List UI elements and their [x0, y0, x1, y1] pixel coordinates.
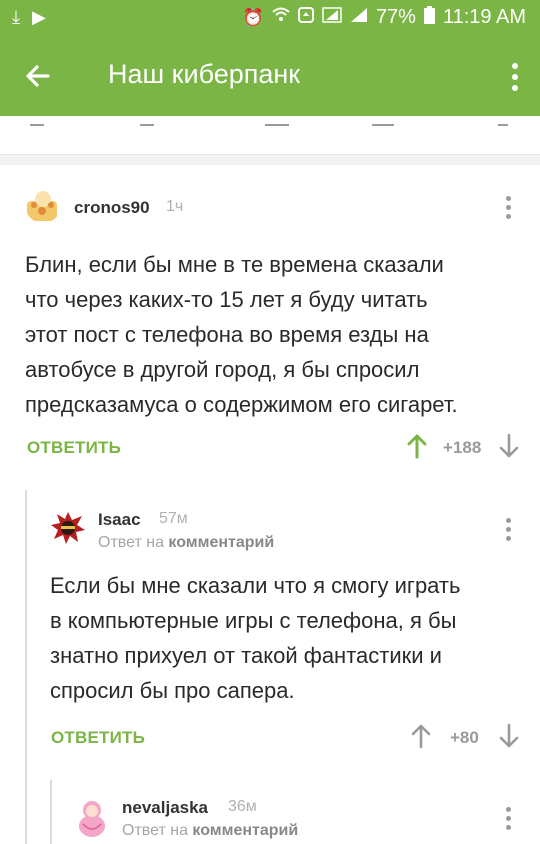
system-indicators: ⏰ 77% 11:19 AM — [243, 6, 526, 29]
comment-score: +188 — [443, 438, 482, 457]
cutoff-icon — [265, 116, 289, 126]
reply-to-prefix: Ответ на — [98, 534, 164, 551]
comment-text-line: Блин, если бы мне в те времена сказали — [25, 252, 444, 277]
comment-cronos90: cronos90 1ч Блин, если бы мне в те време… — [0, 165, 540, 465]
alarm-icon: ⏰ — [242, 7, 264, 27]
reply-button[interactable]: ОТВЕТИТЬ — [51, 728, 145, 748]
comment-text: Блин, если бы мне в те времена сказали ч… — [25, 247, 458, 422]
lte-signal-icon — [322, 7, 342, 28]
comment-isaac: Isaac 57м Ответ на комментарий Если бы м… — [0, 490, 540, 770]
status-bar: ⤓ ▶ ⏰ 77% 11:19 AM — [0, 0, 540, 36]
previous-item-toolbar — [0, 116, 540, 155]
comment-nevaljaska: nevaljaska 36м Ответ на комментарий — [0, 780, 540, 844]
section-divider — [0, 155, 540, 165]
cutoff-icon — [30, 116, 44, 126]
upvote-arrow-icon[interactable] — [407, 433, 427, 464]
play-icon: ▶ — [31, 7, 46, 27]
username[interactable]: Isaac — [98, 510, 141, 530]
wifi-icon — [272, 7, 290, 28]
comment-text: Если бы мне сказали что я смогу играть в… — [50, 568, 460, 708]
app-bar: Наш киберпанк — [0, 36, 540, 116]
notification-icons: ⤓ ▶ — [12, 7, 46, 28]
battery-icon — [423, 6, 435, 29]
reply-button[interactable]: ОТВЕТИТЬ — [27, 438, 121, 458]
comment-text-line: знатно прихуел от такой фантастики и — [50, 643, 442, 668]
comment-time: 1ч — [166, 198, 184, 215]
cutoff-icon — [140, 116, 154, 126]
comment-time: 36м — [228, 798, 257, 815]
comment-text-line: спросил бы про сапера. — [50, 678, 295, 703]
reply-to-prefix: Ответ на — [122, 822, 188, 839]
reply-to-link[interactable]: комментарий — [168, 534, 274, 551]
download-icon: ⤓ — [12, 7, 20, 27]
battery-percent: 77% — [375, 6, 416, 28]
comment-text-line: автобусе в другой город, я бы спросил — [25, 357, 420, 382]
data-saver-icon — [297, 7, 314, 28]
page-title: Наш киберпанк — [108, 59, 301, 89]
username[interactable]: nevaljaska — [122, 798, 208, 818]
upvote-arrow-icon[interactable] — [411, 723, 431, 754]
signal-icon — [350, 7, 368, 28]
comment-score: +80 — [450, 728, 479, 747]
reply-to-link[interactable]: комментарий — [192, 822, 298, 839]
comment-time: 57м — [159, 510, 188, 527]
comment-text-line: этот пост с телефона во время езды на — [25, 322, 429, 347]
cutoff-icon — [498, 116, 508, 126]
avatar[interactable] — [25, 187, 61, 223]
avatar[interactable] — [50, 510, 86, 546]
comment-text-line: в компьютерные игры с телефона, я бы — [50, 608, 457, 633]
comment-text-line: что через каких-то 15 лет я буду читать — [25, 287, 428, 312]
overflow-menu-icon[interactable] — [508, 62, 522, 92]
avatar[interactable] — [75, 798, 109, 838]
reply-to-line: Ответ на комментарий — [98, 534, 274, 552]
downvote-arrow-icon[interactable] — [499, 723, 519, 754]
cutoff-icon — [372, 116, 394, 126]
clock: 11:19 AM — [442, 6, 526, 28]
downvote-arrow-icon[interactable] — [499, 433, 519, 464]
comment-text-line: предсказамуса о содержимом его сигарет. — [25, 392, 458, 417]
comment-text-line: Если бы мне сказали что я смогу играть — [50, 573, 461, 598]
username[interactable]: cronos90 — [74, 198, 150, 218]
back-arrow-icon[interactable] — [20, 58, 56, 94]
comment-menu-icon[interactable] — [506, 196, 514, 223]
comment-menu-icon[interactable] — [506, 518, 514, 545]
comment-menu-icon[interactable] — [506, 807, 514, 834]
reply-to-line: Ответ на комментарий — [122, 822, 298, 840]
